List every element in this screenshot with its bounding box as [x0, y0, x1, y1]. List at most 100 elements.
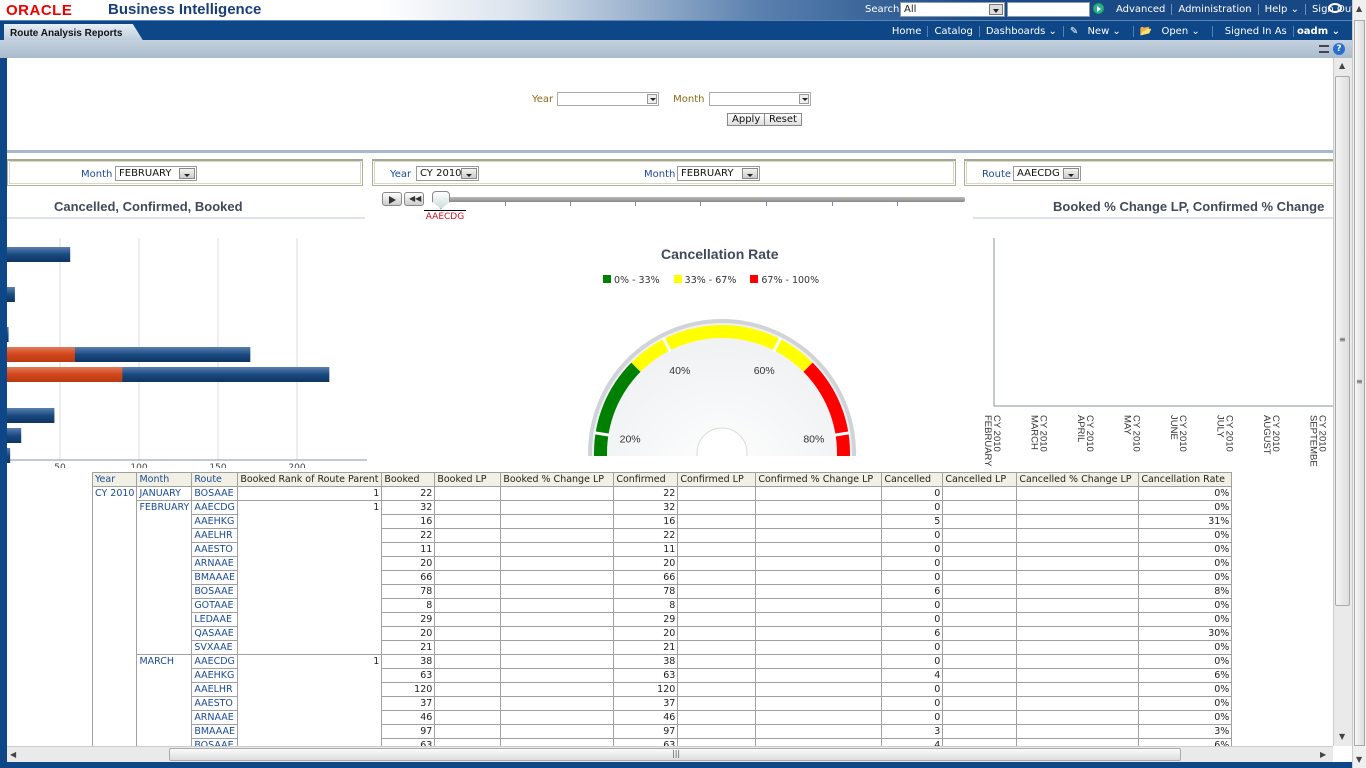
catalog-link[interactable]: Catalog: [928, 26, 980, 37]
month-cell[interactable]: [136, 668, 193, 683]
vertical-scroll-thumb[interactable]: ≡: [1335, 76, 1350, 606]
year-cell[interactable]: [91, 654, 138, 669]
help-menu[interactable]: Help ⌄: [1259, 4, 1306, 15]
column-header[interactable]: Booked Rank of Route Parent: [237, 472, 383, 487]
column-header[interactable]: Cancellation Rate: [1138, 472, 1233, 487]
year-cell[interactable]: [91, 528, 138, 543]
column-header[interactable]: Cancelled % Change LP: [1016, 472, 1140, 487]
route-cell[interactable]: AAESTO: [191, 542, 239, 557]
month-cell[interactable]: [136, 584, 193, 599]
column-header[interactable]: Confirmed: [613, 472, 679, 487]
column-header[interactable]: Year: [91, 472, 138, 487]
month-cell[interactable]: [136, 570, 193, 585]
scroll-left-icon[interactable]: ◀: [10, 750, 16, 759]
route-cell[interactable]: AAESTO: [191, 696, 239, 711]
home-link[interactable]: Home: [886, 26, 929, 37]
year-cell[interactable]: [91, 612, 138, 627]
month-cell[interactable]: [136, 696, 193, 711]
right-route-select[interactable]: AAECDG: [1013, 166, 1081, 181]
year-cell[interactable]: [91, 626, 138, 641]
year-cell[interactable]: [91, 724, 138, 739]
left-month-select[interactable]: FEBRUARY: [115, 166, 197, 181]
new-menu[interactable]: ✎ New ⌄: [1064, 26, 1134, 37]
month-cell[interactable]: [136, 556, 193, 571]
slider-thumb[interactable]: [432, 191, 450, 209]
route-cell[interactable]: AAEHKG: [191, 668, 239, 683]
route-cell[interactable]: BOSAAE: [191, 486, 239, 501]
window-scroll-thumb[interactable]: ≡: [1354, 20, 1365, 746]
year-cell[interactable]: [91, 710, 138, 725]
signed-in-menu[interactable]: Signed In As oadm ⌄: [1213, 26, 1346, 37]
month-cell[interactable]: [136, 682, 193, 697]
content-horizontal-scrollbar[interactable]: ◀ ||| ▶: [7, 746, 1333, 762]
search-go-icon[interactable]: [1093, 3, 1104, 14]
month-cell[interactable]: [136, 710, 193, 725]
month-cell[interactable]: [136, 626, 193, 641]
reset-button[interactable]: Reset: [764, 113, 802, 126]
window-vertical-scrollbar[interactable]: ▲ ≡ ▼: [1352, 0, 1366, 768]
apply-button[interactable]: Apply: [727, 113, 766, 126]
year-cell[interactable]: [91, 514, 138, 529]
month-cell[interactable]: JANUARY: [136, 486, 193, 501]
prompt-month-select[interactable]: [708, 92, 811, 106]
route-cell[interactable]: AAELHR: [191, 528, 239, 543]
month-cell[interactable]: [136, 738, 193, 746]
route-cell[interactable]: ARNAAE: [191, 710, 239, 725]
year-cell[interactable]: [91, 500, 138, 515]
month-cell[interactable]: [136, 514, 193, 529]
dashboards-menu[interactable]: Dashboards ⌄: [980, 26, 1064, 37]
scroll-right-icon[interactable]: ▶: [1320, 750, 1326, 759]
year-cell[interactable]: [91, 682, 138, 697]
scroll-up-icon[interactable]: ▲: [1339, 61, 1345, 70]
month-cell[interactable]: [136, 724, 193, 739]
month-cell[interactable]: [136, 640, 193, 655]
month-cell[interactable]: [136, 542, 193, 557]
column-header[interactable]: Confirmed LP: [677, 472, 757, 487]
year-cell[interactable]: [91, 570, 138, 585]
year-cell[interactable]: [91, 696, 138, 711]
horizontal-scroll-thumb[interactable]: |||: [169, 748, 1181, 761]
search-input[interactable]: [1007, 2, 1090, 17]
month-cell[interactable]: MARCH: [136, 654, 193, 669]
route-cell[interactable]: LEDAAE: [191, 612, 239, 627]
route-cell[interactable]: QASAAE: [191, 626, 239, 641]
column-header[interactable]: Route: [191, 472, 239, 487]
column-header[interactable]: Booked: [381, 472, 436, 487]
year-cell[interactable]: [91, 598, 138, 613]
help-icon[interactable]: ?: [1333, 43, 1345, 55]
prompt-year-select[interactable]: [557, 92, 660, 106]
year-cell[interactable]: [91, 738, 138, 746]
month-cell[interactable]: FEBRUARY: [136, 500, 193, 515]
year-cell[interactable]: [91, 668, 138, 683]
rewind-button[interactable]: ◀◀: [404, 192, 424, 206]
scroll-down-icon[interactable]: ▼: [1356, 755, 1362, 764]
route-cell[interactable]: AAECDG: [191, 500, 239, 515]
month-cell[interactable]: [136, 528, 193, 543]
year-cell[interactable]: [91, 584, 138, 599]
play-button[interactable]: [382, 192, 402, 206]
open-menu[interactable]: 📂 Open ⌄: [1134, 26, 1213, 37]
column-header[interactable]: Confirmed % Change LP: [755, 472, 883, 487]
column-header[interactable]: Month: [136, 472, 193, 487]
route-cell[interactable]: GOTAAE: [191, 598, 239, 613]
year-cell[interactable]: CY 2010: [91, 486, 138, 501]
scroll-up-icon[interactable]: ▲: [1356, 4, 1362, 13]
scroll-down-icon[interactable]: ▼: [1339, 732, 1345, 741]
advanced-link[interactable]: Advanced: [1110, 4, 1173, 15]
column-header[interactable]: Booked LP: [434, 472, 502, 487]
route-cell[interactable]: BOSAAE: [191, 738, 239, 746]
column-header[interactable]: Booked % Change LP: [500, 472, 615, 487]
route-cell[interactable]: ARNAAE: [191, 556, 239, 571]
year-cell[interactable]: [91, 640, 138, 655]
route-cell[interactable]: SVXAAE: [191, 640, 239, 655]
route-cell[interactable]: BMAAAE: [191, 724, 239, 739]
route-cell[interactable]: AAELHR: [191, 682, 239, 697]
search-scope-select[interactable]: All: [900, 2, 1005, 17]
column-header[interactable]: Cancelled LP: [942, 472, 1018, 487]
month-cell[interactable]: [136, 612, 193, 627]
month-cell[interactable]: [136, 598, 193, 613]
administration-link[interactable]: Administration: [1172, 4, 1259, 15]
year-cell[interactable]: [91, 542, 138, 557]
route-cell[interactable]: BOSAAE: [191, 584, 239, 599]
page-options-icon[interactable]: [1319, 45, 1329, 53]
